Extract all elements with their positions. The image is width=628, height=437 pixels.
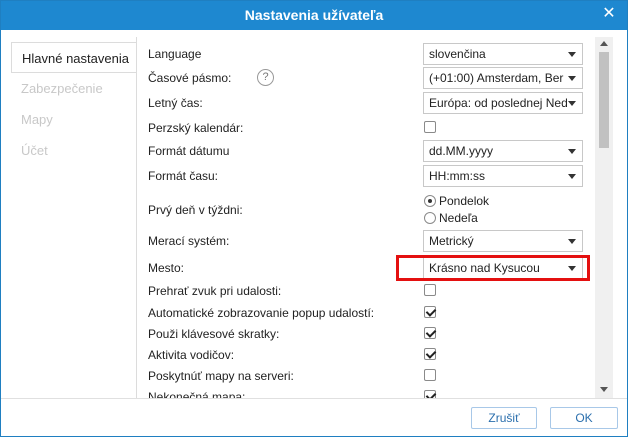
chevron-down-icon: [568, 76, 576, 81]
time-format-label: Formát času:: [148, 169, 219, 183]
chevron-down-icon: [568, 101, 576, 106]
auto-popup-checkbox[interactable]: [424, 306, 436, 318]
city-highlight-box: [396, 255, 590, 281]
driver-activity-checkbox[interactable]: [424, 348, 436, 360]
units-label: Merací systém:: [148, 234, 230, 248]
settings-content: Language slovenčina Časové pásmo: ? (+01…: [136, 37, 595, 398]
language-select[interactable]: slovenčina: [423, 43, 583, 65]
date-format-label: Formát dátumu: [148, 144, 230, 158]
dst-select[interactable]: Európa: od poslednej Ned: [423, 92, 583, 114]
radio-monday[interactable]: [424, 195, 436, 207]
title-bar: Nastavenia užívateľa ✕: [1, 1, 627, 30]
dialog-footer: Zrušiť OK: [1, 398, 627, 436]
sidebar-item-account[interactable]: Účet: [11, 135, 136, 166]
cancel-button[interactable]: Zrušiť: [471, 407, 537, 429]
auto-popup-label: Automatické zobrazovanie popup udalostí:: [148, 306, 375, 320]
ok-button[interactable]: OK: [550, 407, 618, 429]
content-scrollbar[interactable]: [595, 37, 613, 398]
radio-monday-label: Pondelok: [439, 194, 490, 208]
driver-activity-label: Aktivita vodičov:: [148, 348, 235, 362]
sound-label: Prehrať zvuk pri udalosti:: [148, 284, 282, 298]
units-select[interactable]: Metrický: [423, 230, 583, 252]
shortcuts-label: Použi klávesové skratky:: [148, 327, 280, 341]
language-label: Language: [148, 47, 202, 61]
timezone-value: (+01:00) Amsterdam, Ber: [429, 71, 564, 85]
help-icon[interactable]: ?: [257, 69, 274, 86]
shortcuts-checkbox[interactable]: [424, 327, 436, 339]
date-format-value: dd.MM.yyyy: [429, 144, 494, 158]
last-row-checkbox[interactable]: [424, 390, 436, 398]
chevron-down-icon: [568, 239, 576, 244]
server-map-checkbox[interactable]: [424, 369, 436, 381]
sidebar-item-maps[interactable]: Mapy: [11, 104, 136, 135]
sound-checkbox[interactable]: [424, 284, 436, 296]
chevron-down-icon: [568, 149, 576, 154]
dst-value: Európa: od poslednej Ned: [429, 96, 568, 110]
time-format-value: HH:mm:ss: [429, 169, 485, 183]
close-icon[interactable]: ✕: [601, 6, 617, 22]
units-value: Metrický: [429, 234, 474, 248]
first-day-label: Prvý deň v týždni:: [148, 203, 243, 217]
chevron-down-icon: [568, 174, 576, 179]
timezone-label: Časové pásmo:: [148, 71, 232, 85]
dst-label: Letný čas:: [148, 96, 203, 110]
language-value: slovenčina: [429, 47, 486, 61]
scroll-thumb[interactable]: [599, 52, 609, 148]
chevron-down-icon: [568, 52, 576, 57]
sidebar-item-security[interactable]: Zabezpečenie: [11, 73, 136, 104]
sidebar-item-general[interactable]: Hlavné nastavenia: [11, 42, 136, 73]
persian-calendar-label: Perzský kalendár:: [148, 121, 244, 135]
city-label: Mesto:: [148, 261, 185, 275]
dialog-title: Nastavenia užívateľa: [244, 7, 384, 23]
timezone-select[interactable]: (+01:00) Amsterdam, Ber: [423, 67, 583, 89]
radio-sunday[interactable]: [424, 212, 436, 224]
settings-sidebar: Hlavné nastavenia Zabezpečenie Mapy Účet: [11, 42, 136, 166]
user-settings-dialog: Nastavenia užívateľa ✕ Hlavné nastavenia…: [0, 0, 628, 437]
server-map-label: Poskytnúť mapy na serveri:: [148, 369, 294, 383]
radio-sunday-label: Nedeľa: [439, 211, 478, 225]
persian-calendar-checkbox[interactable]: [424, 121, 436, 133]
date-format-select[interactable]: dd.MM.yyyy: [423, 140, 583, 162]
scroll-down-icon[interactable]: [600, 387, 608, 392]
scroll-up-icon[interactable]: [600, 41, 608, 46]
last-row-label: Nekonečná mapa:: [148, 390, 246, 398]
time-format-select[interactable]: HH:mm:ss: [423, 165, 583, 187]
